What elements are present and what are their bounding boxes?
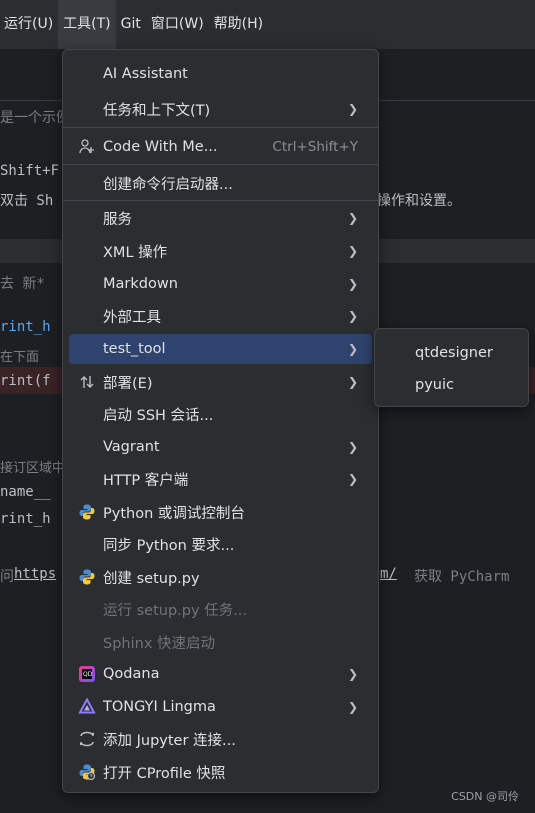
menu-item-vagrant[interactable]: Vagrant ❯ (69, 432, 372, 462)
menu-item-label: HTTP 客户端 (103, 472, 189, 489)
menu-item-create-launcher[interactable]: 创建命令行启动器... (69, 168, 372, 198)
editor-text: name__ (0, 484, 51, 500)
menu-item-http-client[interactable]: HTTP 客户端 ❯ (69, 464, 372, 494)
chevron-right-icon: ❯ (347, 211, 358, 225)
editor-text: 接订区域中 (0, 461, 66, 476)
lingma-icon (77, 697, 97, 717)
python-icon (77, 567, 97, 587)
menu-item-test-tool[interactable]: test_tool ❯ (69, 334, 372, 364)
svg-text:QD: QD (83, 671, 93, 678)
chevron-right-icon: ❯ (347, 244, 358, 258)
tools-dropdown-menu: AI Assistant 任务和上下文(T) ❯ Code With Me...… (62, 49, 379, 793)
menu-item-xml-actions[interactable]: XML 操作 ❯ (69, 236, 372, 266)
editor-link[interactable]: https (14, 566, 56, 582)
menu-item-label: AI Assistant (103, 66, 188, 82)
menu-bar: 运行(U) 工具(T) Git 窗口(W) 帮助(H) (0, 0, 535, 49)
menu-item-label: Sphinx 快速启动 (103, 635, 216, 652)
menu-item-label: 添加 Jupyter 连接... (103, 732, 236, 749)
menu-item-tasks-context[interactable]: 任务和上下文(T) ❯ (69, 94, 372, 124)
menu-item-sync-requirements[interactable]: 同步 Python 要求... (69, 529, 372, 559)
chevron-right-icon: ❯ (347, 375, 358, 389)
chevron-right-icon: ❯ (347, 667, 358, 681)
menu-git[interactable]: Git (116, 0, 146, 49)
menu-item-sphinx-quickstart: Sphinx 快速启动 (69, 627, 372, 657)
separator (63, 127, 378, 128)
chevron-right-icon: ❯ (347, 277, 358, 291)
python-icon (77, 502, 97, 522)
menu-item-label: Python 或调试控制台 (103, 505, 245, 522)
menu-item-label: 打开 CProfile 快照 (103, 765, 226, 782)
editor-text: rint_h (0, 319, 51, 335)
menu-tools[interactable]: 工具(T) (58, 0, 116, 49)
menu-item-start-ssh[interactable]: 启动 SSH 会话... (69, 399, 372, 429)
shortcut-text: Ctrl+Shift+Y (272, 139, 358, 155)
menu-item-label: Qodana (103, 666, 160, 682)
user-add-icon (77, 137, 97, 157)
menu-item-label: 任务和上下文(T) (103, 102, 211, 119)
menu-item-external-tools[interactable]: 外部工具 ❯ (69, 301, 372, 331)
menu-item-label: 启动 SSH 会话... (103, 407, 214, 424)
menu-item-label: 外部工具 (103, 309, 161, 326)
qodana-icon: QD (77, 664, 97, 684)
menu-item-python-console[interactable]: Python 或调试控制台 (69, 497, 372, 527)
menu-item-label: 服务 (103, 211, 132, 228)
editor-tab[interactable]: 去 新* (0, 273, 45, 293)
chevron-right-icon: ❯ (347, 472, 358, 486)
submenu-item-label: pyuic (415, 377, 454, 393)
menu-window[interactable]: 窗口(W) (146, 0, 209, 49)
editor-text: 在下面 (0, 350, 40, 365)
menu-item-run-setup-task: 运行 setup.py 任务... (69, 594, 372, 624)
menu-item-open-cprofile[interactable]: 打开 CProfile 快照 (69, 757, 372, 787)
editor-text: Shift+F (0, 163, 60, 179)
menu-item-tongyi-lingma[interactable]: TONGYI Lingma ❯ (69, 692, 372, 722)
editor-text: rint(f (0, 373, 51, 389)
chevron-right-icon: ❯ (347, 102, 358, 116)
editor-text: 操作和设置。 (377, 193, 461, 209)
editor-text: 是一个示例 (0, 110, 70, 126)
jupyter-icon (77, 729, 97, 749)
submenu-item-pyuic[interactable]: pyuic (381, 370, 522, 400)
menu-item-label: 创建命令行启动器... (103, 176, 233, 193)
menu-item-label: Vagrant (103, 439, 160, 455)
submenu-item-qtdesigner[interactable]: qtdesigner (381, 338, 522, 368)
separator (63, 200, 378, 201)
editor-text: rint_h (0, 511, 51, 527)
editor-text: 获取 PyCharm (414, 569, 510, 585)
chevron-right-icon: ❯ (347, 700, 358, 714)
menu-item-label: 运行 setup.py 任务... (103, 602, 247, 619)
menu-help[interactable]: 帮助(H) (209, 0, 268, 49)
test-tool-submenu: qtdesigner pyuic (374, 328, 529, 407)
menu-item-label: test_tool (103, 341, 166, 357)
separator (63, 164, 378, 165)
menu-item-label: Markdown (103, 276, 178, 292)
menu-item-deployment[interactable]: 部署(E) ❯ (69, 367, 372, 397)
menu-item-markdown[interactable]: Markdown ❯ (69, 269, 372, 299)
deploy-arrows-icon (77, 372, 97, 392)
cprofile-icon (77, 762, 97, 782)
menu-item-code-with-me[interactable]: Code With Me... Ctrl+Shift+Y (69, 132, 372, 162)
menu-item-label: Code With Me... (103, 139, 218, 155)
menu-item-label: 创建 setup.py (103, 570, 200, 587)
menu-item-qodana[interactable]: QD Qodana ❯ (69, 659, 372, 689)
menu-item-label: 部署(E) (103, 375, 153, 392)
chevron-right-icon: ❯ (347, 309, 358, 323)
editor-text: 问 (0, 569, 14, 585)
menu-item-label: 同步 Python 要求... (103, 537, 235, 554)
chevron-right-icon: ❯ (347, 440, 358, 454)
menu-item-label: TONGYI Lingma (103, 699, 216, 715)
menu-item-create-setup[interactable]: 创建 setup.py (69, 562, 372, 592)
chevron-right-icon: ❯ (347, 342, 358, 356)
menu-item-ai-assistant[interactable]: AI Assistant (69, 59, 372, 89)
watermark: CSDN @司伶 (451, 790, 519, 803)
menu-item-services[interactable]: 服务 ❯ (69, 203, 372, 233)
submenu-item-label: qtdesigner (415, 345, 493, 361)
menu-item-label: XML 操作 (103, 244, 168, 261)
editor-link[interactable]: m/ (380, 566, 397, 582)
menu-item-add-jupyter[interactable]: 添加 Jupyter 连接... (69, 724, 372, 754)
editor-text: 双击 Sh (0, 193, 54, 209)
menu-run[interactable]: 运行(U) (0, 0, 58, 49)
